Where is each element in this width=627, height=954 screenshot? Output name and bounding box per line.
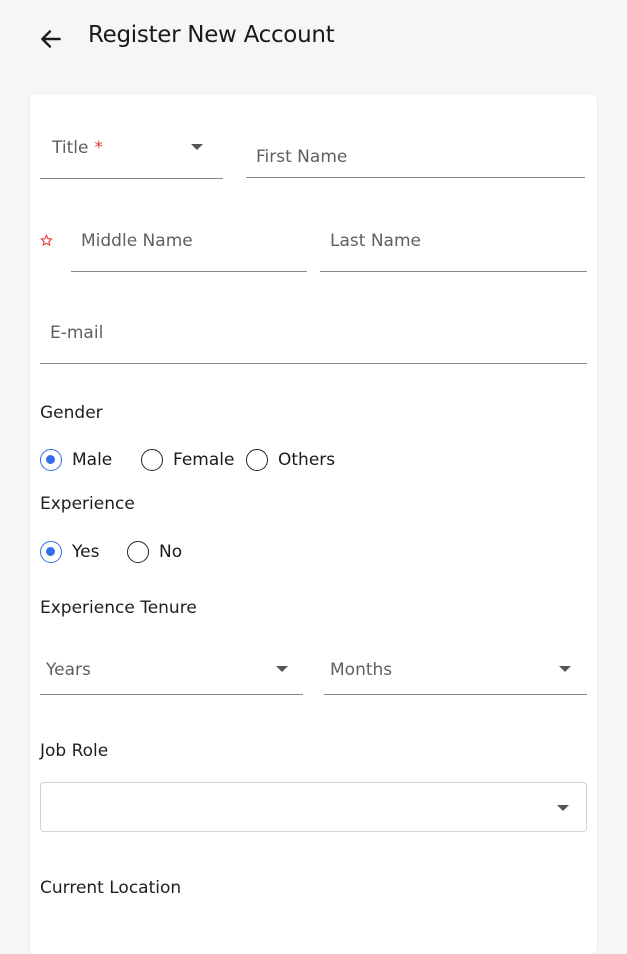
chevron-down-icon: [559, 666, 571, 672]
title-select[interactable]: Title *: [40, 120, 223, 179]
radio-checked-icon: [40, 541, 62, 563]
email-placeholder: E-mail: [50, 323, 104, 343]
chevron-down-icon: [276, 666, 288, 672]
first-name-placeholder: First Name: [256, 147, 348, 167]
arrow-left-icon: [41, 30, 61, 48]
months-placeholder: Months: [330, 660, 393, 680]
job-role-select[interactable]: [40, 782, 587, 832]
radio-unchecked-icon: [127, 541, 149, 563]
chevron-down-icon: [191, 144, 203, 150]
radio-unchecked-icon: [141, 449, 163, 471]
app-header: Register New Account: [0, 0, 627, 76]
experience-radio-no[interactable]: No: [127, 541, 182, 563]
last-name-field[interactable]: Last Name: [320, 212, 587, 272]
email-field[interactable]: E-mail: [40, 304, 587, 364]
months-select[interactable]: Months: [324, 646, 587, 695]
gender-radio-male[interactable]: Male: [40, 449, 112, 471]
chevron-down-icon: [557, 805, 569, 811]
required-mark: *: [94, 138, 103, 158]
experience-tenure-label: Experience Tenure: [40, 598, 197, 618]
radio-checked-icon: [40, 449, 62, 471]
radio-unchecked-icon: [246, 449, 268, 471]
experience-label: Experience: [40, 494, 135, 514]
middle-name-field[interactable]: Middle Name: [71, 212, 307, 272]
years-placeholder: Years: [46, 660, 91, 680]
middle-name-placeholder: Middle Name: [81, 231, 193, 251]
first-name-field[interactable]: First Name: [246, 130, 585, 178]
current-location-label: Current Location: [40, 878, 182, 898]
experience-radio-yes[interactable]: Yes: [40, 541, 99, 563]
job-role-label: Job Role: [40, 741, 109, 761]
page-title: Register New Account: [88, 22, 335, 48]
back-button[interactable]: [36, 24, 66, 54]
gender-radio-others[interactable]: Others: [246, 449, 335, 471]
gender-radio-female[interactable]: Female: [141, 449, 234, 471]
years-select[interactable]: Years: [40, 646, 303, 695]
star-outline-icon: [40, 234, 53, 247]
title-label: Title *: [52, 138, 103, 158]
last-name-placeholder: Last Name: [330, 231, 421, 251]
gender-label: Gender: [40, 403, 103, 423]
